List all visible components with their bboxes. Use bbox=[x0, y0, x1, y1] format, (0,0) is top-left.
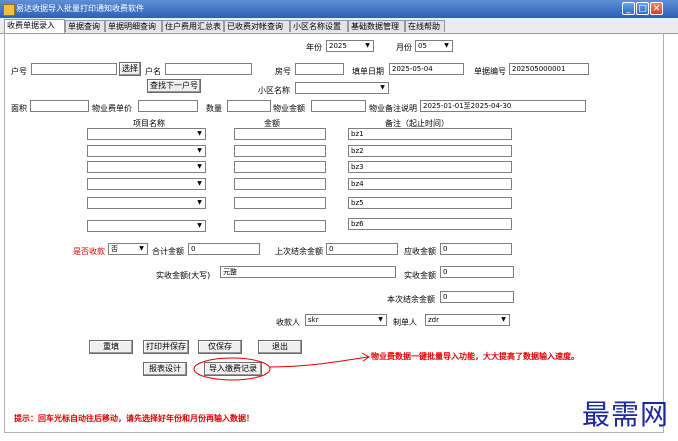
chevron-down-icon: ▼ bbox=[380, 84, 385, 91]
find-next-household-button[interactable]: 查找下一户号 bbox=[147, 79, 201, 93]
maximize-button[interactable]: □ bbox=[636, 2, 649, 15]
total-amount-input[interactable]: 0 bbox=[188, 243, 260, 255]
report-design-button[interactable]: 报表设计 bbox=[143, 362, 187, 376]
item-select-3[interactable]: ▼ bbox=[87, 161, 206, 173]
chevron-down-icon: ▼ bbox=[139, 245, 144, 252]
payee-select[interactable]: skr ▼ bbox=[305, 314, 387, 326]
print-save-button[interactable]: 打印并保存 bbox=[143, 340, 189, 354]
brand-logo-text: 最需网 bbox=[582, 398, 670, 431]
item-amount-4[interactable] bbox=[234, 178, 326, 190]
month-select[interactable]: 05 ▼ bbox=[415, 40, 453, 52]
tab-receipt-entry[interactable]: 收费单据录入 bbox=[4, 19, 65, 33]
current-balance-label: 本次结余金额 bbox=[387, 295, 435, 304]
hint-text: 提示：回车光标自动往后移动，请先选择好年份和月份再输入数据！ bbox=[14, 414, 254, 423]
select-button[interactable]: 选择 bbox=[119, 62, 141, 76]
chevron-down-icon: ▼ bbox=[378, 316, 383, 323]
tab-household-summary[interactable]: 住户费用汇总表 bbox=[162, 20, 224, 32]
unit-price-input[interactable] bbox=[138, 100, 198, 112]
chevron-down-icon: ▼ bbox=[365, 42, 370, 49]
chevron-down-icon: ▼ bbox=[197, 163, 202, 170]
payee-label: 收款人 bbox=[276, 318, 300, 327]
item-select-2[interactable]: ▼ bbox=[87, 145, 206, 157]
is-paid-label: 是否收款 bbox=[73, 247, 105, 256]
fee-amount-input[interactable] bbox=[311, 100, 366, 112]
fill-date-input[interactable]: 2025-05-04 bbox=[389, 63, 464, 75]
maker-label: 制单人 bbox=[393, 318, 417, 327]
app-icon bbox=[3, 4, 15, 16]
community-label: 小区名称 bbox=[258, 86, 290, 95]
is-paid-select[interactable]: 否 ▼ bbox=[108, 243, 148, 255]
item-note-2[interactable]: bz2 bbox=[348, 145, 512, 157]
household-no-label: 户号 bbox=[11, 67, 27, 76]
reset-button[interactable]: 重填 bbox=[89, 340, 133, 354]
item-note-1[interactable]: bz1 bbox=[348, 128, 512, 140]
item-select-6[interactable]: ▼ bbox=[87, 220, 206, 232]
unit-price-label: 物业费单价 bbox=[92, 104, 132, 113]
highlight-ellipse bbox=[193, 357, 271, 381]
household-name-input[interactable] bbox=[165, 63, 252, 75]
actual-amount-label: 实收金额 bbox=[404, 271, 436, 280]
tab-receipt-detail-query[interactable]: 单据明细查询 bbox=[105, 20, 162, 32]
item-amount-3[interactable] bbox=[234, 161, 326, 173]
last-balance-input[interactable]: 0 bbox=[326, 243, 398, 255]
fee-note-label: 物业备注说明 bbox=[369, 104, 417, 113]
community-select[interactable]: ▼ bbox=[295, 82, 389, 94]
fill-date-label: 填单日期 bbox=[352, 67, 384, 76]
fee-amount-label: 物业金额 bbox=[273, 104, 305, 113]
household-no-input[interactable] bbox=[31, 63, 117, 75]
maker-select[interactable]: zdr ▼ bbox=[425, 314, 510, 326]
household-name-label: 户名 bbox=[145, 67, 161, 76]
area-input[interactable] bbox=[30, 100, 89, 112]
window-title: 易达收据导入批量打印通知收费软件 bbox=[16, 4, 144, 13]
actual-upper-input[interactable]: 元整 bbox=[220, 266, 396, 278]
fee-note-input[interactable]: 2025-01-01至2025-04-30 bbox=[420, 100, 586, 112]
item-select-5[interactable]: ▼ bbox=[87, 197, 206, 209]
total-amount-label: 合计金额 bbox=[152, 247, 184, 256]
item-note-3[interactable]: bz3 bbox=[348, 161, 512, 173]
last-balance-label: 上次结余金额 bbox=[275, 247, 323, 256]
chevron-down-icon: ▼ bbox=[197, 180, 202, 187]
actual-amount-input[interactable]: 0 bbox=[440, 266, 514, 278]
annotation-text: 物业费数据一键批量导入功能，大大提高了数据输入速度。 bbox=[371, 352, 579, 361]
item-amount-5[interactable] bbox=[234, 197, 326, 209]
annotation-overlay bbox=[193, 352, 370, 381]
quantity-label: 数量 bbox=[206, 104, 222, 113]
area-label: 面积 bbox=[11, 104, 27, 113]
current-balance-input[interactable]: 0 bbox=[440, 291, 514, 303]
item-note-6[interactable]: bz6 bbox=[348, 218, 512, 230]
item-note-4[interactable]: bz4 bbox=[348, 178, 512, 190]
minimize-button[interactable]: _ bbox=[622, 2, 635, 15]
actual-upper-label: 实收金额(大写) bbox=[156, 271, 211, 280]
room-no-label: 房号 bbox=[275, 67, 291, 76]
tab-receipt-query[interactable]: 单据查询 bbox=[65, 20, 105, 32]
chevron-down-icon: ▼ bbox=[197, 199, 202, 206]
receipt-no-label: 单据编号 bbox=[474, 67, 506, 76]
tab-bar: 收费单据录入 单据查询 单据明细查询 住户费用汇总表 已收费对帐查询 小区名称设… bbox=[0, 18, 678, 34]
chevron-down-icon: ▼ bbox=[501, 316, 506, 323]
receivable-input[interactable]: 0 bbox=[440, 243, 512, 255]
tab-online-help[interactable]: 在线帮助 bbox=[405, 20, 445, 32]
tab-basic-data[interactable]: 基础数据管理 bbox=[348, 20, 405, 32]
item-select-1[interactable]: ▼ bbox=[87, 128, 206, 140]
tab-paid-reconciliation[interactable]: 已收费对帐查询 bbox=[224, 20, 290, 32]
year-select[interactable]: 2025 ▼ bbox=[326, 40, 374, 52]
chevron-down-icon: ▼ bbox=[197, 147, 202, 154]
tab-community-settings[interactable]: 小区名称设置 bbox=[290, 20, 348, 32]
annotation-arrow bbox=[269, 356, 369, 368]
year-label: 年份 bbox=[306, 43, 322, 52]
receivable-label: 应收金额 bbox=[404, 247, 436, 256]
chevron-down-icon: ▼ bbox=[197, 222, 202, 229]
receipt-no-input[interactable]: 202505000001 bbox=[509, 63, 589, 75]
room-no-input[interactable] bbox=[295, 63, 344, 75]
item-select-4[interactable]: ▼ bbox=[87, 178, 206, 190]
item-amount-1[interactable] bbox=[234, 128, 326, 140]
month-label: 月份 bbox=[396, 43, 412, 52]
item-amount-2[interactable] bbox=[234, 145, 326, 157]
chevron-down-icon: ▼ bbox=[197, 130, 202, 137]
chevron-down-icon: ▼ bbox=[444, 42, 449, 49]
close-button[interactable]: ✕ bbox=[650, 2, 663, 15]
item-amount-6[interactable] bbox=[234, 220, 326, 232]
quantity-input[interactable] bbox=[227, 100, 271, 112]
item-note-5[interactable]: bz5 bbox=[348, 197, 512, 209]
